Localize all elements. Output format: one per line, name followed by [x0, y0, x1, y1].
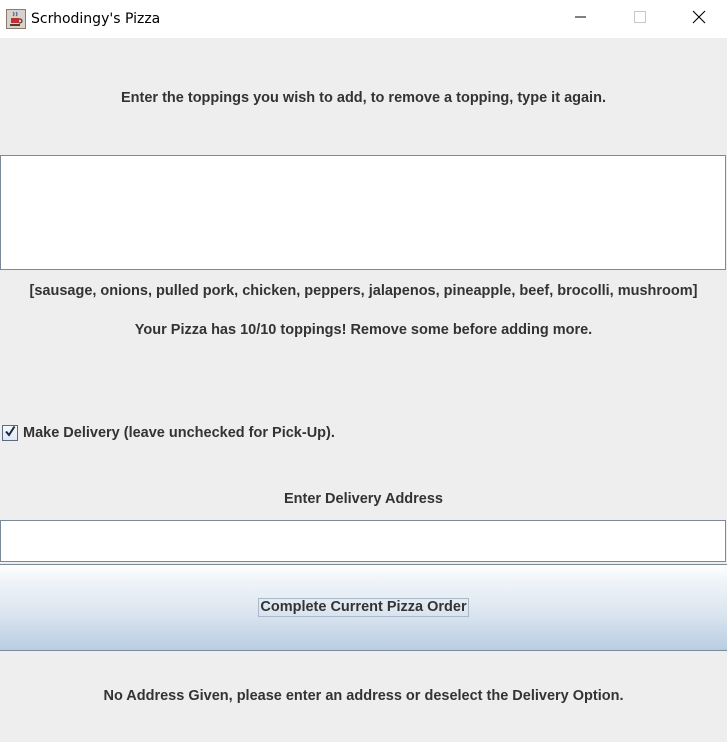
- toppings-input[interactable]: [0, 155, 726, 270]
- complete-order-button-label: Complete Current Pizza Order: [258, 598, 469, 617]
- window-title: Scrhodingy's Pizza: [31, 11, 161, 27]
- order-status-message: No Address Given, please enter an addres…: [103, 688, 624, 704]
- checkmark-icon: [4, 424, 16, 442]
- close-icon: [692, 10, 706, 29]
- toppings-list-label: [sausage, onions, pulled pork, chicken, …: [29, 283, 698, 299]
- maximize-button[interactable]: [617, 0, 663, 38]
- toppings-status-label: Your Pizza has 10/10 toppings! Remove so…: [134, 322, 593, 338]
- delivery-option[interactable]: Make Delivery (leave unchecked for Pick-…: [2, 424, 335, 442]
- complete-order-button[interactable]: Complete Current Pizza Order: [0, 564, 727, 651]
- toppings-instruction-label: Enter the toppings you wish to add, to r…: [121, 90, 606, 106]
- minimize-button[interactable]: [558, 0, 604, 38]
- address-input[interactable]: [0, 520, 726, 562]
- maximize-icon: [634, 10, 646, 28]
- minimize-icon: [575, 10, 587, 28]
- delivery-checkbox[interactable]: [2, 425, 18, 441]
- address-label: Enter Delivery Address: [283, 491, 444, 507]
- java-cup-icon: [6, 9, 26, 29]
- title-bar: Scrhodingy's Pizza: [0, 0, 727, 38]
- delivery-checkbox-label: Make Delivery (leave unchecked for Pick-…: [23, 425, 335, 441]
- main-panel: Enter the toppings you wish to add, to r…: [0, 38, 727, 742]
- close-button[interactable]: [676, 0, 722, 38]
